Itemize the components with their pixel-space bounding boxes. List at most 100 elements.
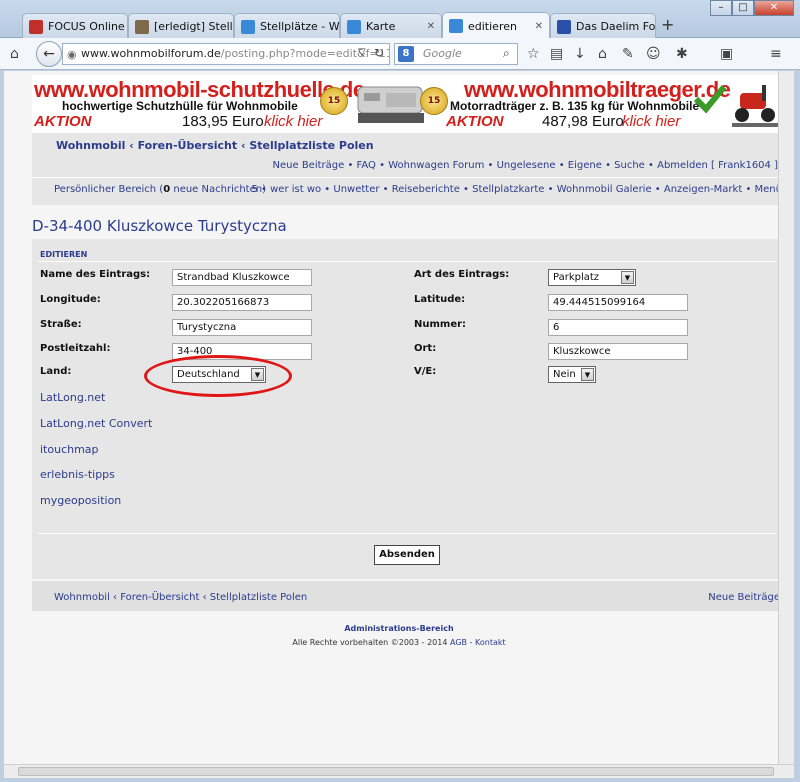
scooter-image-icon xyxy=(732,85,780,127)
chevron-down-icon[interactable]: ▼ xyxy=(621,271,634,284)
breadcrumb-foren-uebersicht[interactable]: Foren-Übersicht xyxy=(138,139,238,152)
scrollbar-thumb[interactable] xyxy=(18,767,774,776)
dropdown-arrow-icon[interactable]: ▽ xyxy=(358,47,366,58)
street-input[interactable]: Turystyczna xyxy=(172,319,312,336)
ve-select[interactable]: Nein ▼ xyxy=(548,366,596,383)
tab-editieren[interactable]: editieren ✕ xyxy=(442,12,550,39)
banner-right-aktion: AKTION xyxy=(446,113,504,130)
number-input[interactable]: 6 xyxy=(548,319,688,336)
longitude-label: Longitude: xyxy=(40,294,101,305)
logout-link[interactable]: Abmelden [ Frank1604 ] xyxy=(657,160,778,171)
quality-seal-icon: 15 xyxy=(320,87,348,115)
type-select[interactable]: Parkplatz ▼ xyxy=(548,269,636,286)
breadcrumb-stellplatzliste-polen[interactable]: Stellplatzliste Polen xyxy=(210,592,307,603)
link-latlong-net-convert[interactable]: LatLong.net Convert xyxy=(40,417,152,430)
banner-right-klick[interactable]: klick hier xyxy=(622,113,680,130)
home-icon[interactable]: ⌂ xyxy=(10,46,19,62)
search-bar[interactable]: 8 Google xyxy=(394,43,518,65)
link-5[interactable]: 5 xyxy=(251,184,257,195)
close-icon[interactable]: ✕ xyxy=(529,21,543,32)
bookmarks-list-icon[interactable]: ▤ xyxy=(550,46,563,62)
top-links: Neue Beiträge • FAQ • Wohnwagen Forum • … xyxy=(272,160,778,171)
ad-banner[interactable]: www.wohnmobil-schutzhuelle.de hochwertig… xyxy=(32,75,782,133)
tab-focus-online[interactable]: FOCUS Online -... ✕ xyxy=(22,13,128,39)
bookmark-star-icon[interactable]: ☆ xyxy=(527,46,540,62)
personal-area-link[interactable]: Persönlicher Bereich (0 neue Nachrichten… xyxy=(54,184,266,195)
link-erlebnis-tipps[interactable]: erlebnis-tipps xyxy=(40,468,115,481)
close-window-icon[interactable]: ✕ xyxy=(754,0,794,16)
banner-left-klick[interactable]: klick hier xyxy=(264,113,322,130)
smiley-icon[interactable]: ☺ xyxy=(646,46,661,62)
vertical-scrollbar[interactable] xyxy=(778,71,794,764)
url-domain: www.wohnmobilforum.de xyxy=(81,47,221,60)
link-stellplatzkarte[interactable]: Stellplatzkarte xyxy=(472,184,544,195)
tab-label: editieren xyxy=(468,19,517,33)
minimize-icon[interactable]: – xyxy=(710,0,732,16)
menu-icon[interactable]: ≡ xyxy=(770,46,782,62)
link-unwetter[interactable]: Unwetter xyxy=(333,184,379,195)
home-page-icon[interactable]: ⌂ xyxy=(598,46,607,62)
page-title[interactable]: D-34-400 Kluszkowce Turystyczna xyxy=(32,217,287,235)
breadcrumb-separator: ‹ xyxy=(199,592,210,603)
section-title: EDITIEREN xyxy=(40,250,88,259)
search-icon[interactable]: ⌕ xyxy=(503,46,510,61)
link-eigene[interactable]: Eigene xyxy=(568,160,602,171)
new-tab-button[interactable]: + xyxy=(661,15,674,34)
ve-label: V/E: xyxy=(414,366,437,377)
chevron-down-icon[interactable]: ▼ xyxy=(581,368,594,381)
tab-label: Stellplätze - Wo... xyxy=(260,20,340,33)
url-bar[interactable]: ◉ www.wohnmobilforum.de/posting.php?mode… xyxy=(62,43,390,65)
submit-button[interactable]: Absenden xyxy=(374,545,440,565)
camera-icon[interactable]: ▣ xyxy=(720,46,733,62)
back-arrow-icon: ← xyxy=(43,46,55,62)
maximize-icon[interactable]: □ xyxy=(732,0,754,16)
horizontal-scrollbar[interactable] xyxy=(4,764,794,778)
link-mygeoposition[interactable]: mygeoposition xyxy=(40,494,121,507)
tab-daelim-forum[interactable]: Das Daelim Foru... ✕ xyxy=(550,13,656,39)
link-reiseberichte[interactable]: Reiseberichte xyxy=(392,184,460,195)
reload-icon[interactable]: ↻ xyxy=(374,46,384,60)
agb-link[interactable]: AGB xyxy=(450,638,467,647)
link-anzeigen-markt[interactable]: Anzeigen-Markt xyxy=(664,184,742,195)
link-wer-ist-wo[interactable]: wer ist wo xyxy=(270,184,321,195)
breadcrumb-wohnmobil[interactable]: Wohnmobil xyxy=(56,139,125,152)
eyedropper-icon[interactable]: ✎ xyxy=(622,46,634,62)
link-ungelesene[interactable]: Ungelesene xyxy=(497,160,556,171)
personal-area-text: Persönlicher Bereich ( xyxy=(54,184,164,195)
camper-cover-image-icon xyxy=(357,86,424,123)
tab-erledigt-stellpl[interactable]: [erledigt] Stellpl... ✕ xyxy=(128,13,234,39)
search-placeholder: Google xyxy=(423,47,462,60)
search-engine-icon[interactable]: 8 xyxy=(398,46,414,62)
breadcrumb-stellplatzliste-polen[interactable]: Stellplatzliste Polen xyxy=(249,139,373,152)
link-faq[interactable]: FAQ xyxy=(357,160,376,171)
wohnmobilforum-favicon-icon xyxy=(347,19,361,34)
city-input[interactable]: Kluszkowce xyxy=(548,343,688,360)
street-label: Straße: xyxy=(40,319,82,330)
browser-nav-bar: ⌂ ← ◉ www.wohnmobilforum.de/posting.php?… xyxy=(0,38,800,70)
banner-right-subtitle: Motorradträger z. B. 135 kg für Wohnmobi… xyxy=(450,99,700,113)
breadcrumb-foren-uebersicht[interactable]: Foren-Übersicht xyxy=(120,592,199,603)
tools-icon[interactable]: ✱ xyxy=(676,46,688,62)
breadcrumb-wohnmobil[interactable]: Wohnmobil xyxy=(54,592,110,603)
ve-select-value: Nein xyxy=(553,369,576,380)
footer-link-neue-beitraege[interactable]: Neue Beiträge xyxy=(708,592,780,603)
tab-karte[interactable]: Karte ✕ xyxy=(340,13,442,39)
longitude-input[interactable]: 20.302205166873 xyxy=(172,294,312,311)
tab-label: Karte xyxy=(366,20,396,33)
link-wohnmobil-galerie[interactable]: Wohnmobil Galerie xyxy=(557,184,652,195)
tab-stellplaetze[interactable]: Stellplätze - Wo... ✕ xyxy=(234,13,340,39)
latitude-input[interactable]: 49.444515099164 xyxy=(548,294,688,311)
admin-link[interactable]: Administrations-Bereich xyxy=(4,624,794,633)
page-viewport: www.wohnmobil-schutzhuelle.de hochwertig… xyxy=(4,71,794,764)
footer-breadcrumb: Wohnmobil ‹ Foren-Übersicht ‹ Stellplatz… xyxy=(54,592,307,603)
back-button[interactable]: ← xyxy=(36,41,62,67)
link-latlong-net[interactable]: LatLong.net xyxy=(40,391,105,404)
download-icon[interactable]: ↓ xyxy=(574,46,586,62)
link-wohnwagen-forum[interactable]: Wohnwagen Forum xyxy=(388,160,484,171)
close-icon[interactable]: ✕ xyxy=(421,21,435,32)
link-suche[interactable]: Suche xyxy=(614,160,645,171)
link-itouchmap[interactable]: itouchmap xyxy=(40,443,99,456)
link-neue-beitraege[interactable]: Neue Beiträge xyxy=(273,160,345,171)
contact-link[interactable]: Kontakt xyxy=(475,638,506,647)
name-input[interactable]: Strandbad Kluszkowce xyxy=(172,269,312,286)
